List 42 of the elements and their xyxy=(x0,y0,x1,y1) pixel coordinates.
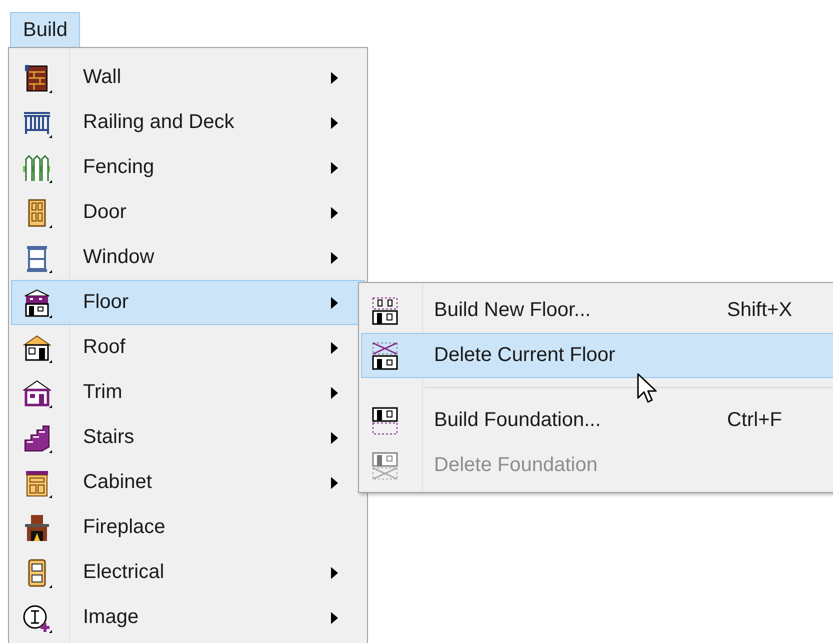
shortcut-label: Ctrl+F xyxy=(727,409,782,432)
menu-item-label: Fireplace xyxy=(83,516,166,539)
menu-item[interactable]: Railing and Deck xyxy=(11,100,365,145)
menu-item-label: Roof xyxy=(83,336,126,359)
foundation-icon xyxy=(370,406,400,436)
menu-item[interactable]: Fencing xyxy=(11,145,365,190)
menu-item[interactable]: Floor xyxy=(11,280,365,325)
menu-item-label: Electrical xyxy=(83,561,166,584)
menu-item[interactable]: Electrical xyxy=(11,550,365,595)
new-floor-icon xyxy=(370,296,400,326)
menu-item-label: Fencing xyxy=(83,156,156,179)
submenu-item-label: Delete Foundation xyxy=(434,454,598,477)
menu-item-label: Trim xyxy=(83,381,124,404)
roof-house-icon xyxy=(22,332,52,362)
house-floor-icon xyxy=(22,288,52,318)
menu-item[interactable]: Window xyxy=(11,235,365,280)
fireplace-icon xyxy=(22,512,52,542)
menu-item-label: Floor xyxy=(83,291,130,314)
menu-item-label: Window xyxy=(83,246,156,269)
menu-item-label: Wall xyxy=(83,66,122,89)
menu-title[interactable]: Build xyxy=(10,12,80,48)
menu-item[interactable]: Wall xyxy=(11,55,365,100)
submenu-item[interactable]: Delete Current Floor xyxy=(361,333,833,378)
trim-house-icon xyxy=(22,378,52,408)
submenu-item-label: Delete Current Floor xyxy=(434,344,616,367)
shortcut-label: Shift+X xyxy=(727,299,792,322)
submenu-item-label: Build Foundation... xyxy=(434,409,602,432)
menu-item-label: Image xyxy=(83,606,140,629)
menu-item[interactable]: Fireplace xyxy=(11,505,365,550)
brick-wall-icon xyxy=(22,62,52,92)
menu-item-label: Stairs xyxy=(83,426,136,449)
delete-floor-icon xyxy=(370,340,400,370)
menu-item[interactable]: Door xyxy=(11,190,365,235)
menu-item-label: Door xyxy=(83,201,128,224)
delete-foundation-icon xyxy=(370,450,400,480)
menu-item-label: Cabinet xyxy=(83,471,153,494)
text-cursor-plus-icon xyxy=(22,602,52,632)
menu-item-label: Railing and Deck xyxy=(83,111,236,134)
menu-item[interactable]: Image xyxy=(11,595,365,640)
picket-fence-icon xyxy=(22,152,52,182)
submenu-item-label: Build New Floor... xyxy=(434,299,592,322)
stairs-icon xyxy=(22,422,52,452)
